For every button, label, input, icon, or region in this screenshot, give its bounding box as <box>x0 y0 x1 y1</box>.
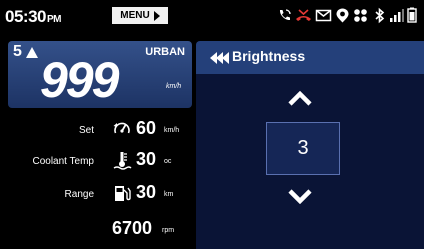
range-label: Range <box>64 189 94 200</box>
cruise-control-icon <box>113 122 130 134</box>
set-speed-label: Set <box>78 125 94 136</box>
coolant-temp-unit: oc <box>164 158 172 165</box>
coolant-temp-value: 30 <box>136 149 157 169</box>
clock-time: 05:30 <box>5 7 46 26</box>
set-speed-value: 60 <box>136 118 157 138</box>
gear-indicator: 5 <box>13 43 22 60</box>
range-value: 30 <box>136 182 157 202</box>
signal-icon <box>390 9 404 22</box>
clock: 05:30PM <box>5 7 61 27</box>
brightness-value: 3 <box>266 122 340 175</box>
battery-icon <box>407 7 417 23</box>
brightness-header: Brightness <box>196 41 424 74</box>
menu-button-label: MENU <box>120 10 150 21</box>
speed-card: 5 URBAN 999 km/h <box>8 41 192 108</box>
set-speed-unit: km/h <box>164 127 180 134</box>
coolant-temp-label: Coolant Temp <box>32 156 94 167</box>
bluetooth-icon <box>375 7 385 24</box>
brightness-decrease-button[interactable] <box>288 188 312 204</box>
set-speed-row: Set 60 km/h <box>0 117 192 143</box>
rpm-value: 6700 <box>111 218 152 238</box>
speed-value: 999 <box>40 52 119 108</box>
brightness-increase-button[interactable] <box>288 91 312 107</box>
range-unit: km <box>164 191 174 198</box>
brightness-title: Brightness <box>232 48 306 64</box>
range-row: Range 30 km <box>0 181 192 207</box>
brightness-panel: Brightness 3 <box>196 41 424 249</box>
menu-button[interactable]: MENU <box>112 7 168 24</box>
missed-call-icon <box>296 9 311 21</box>
clock-ampm: PM <box>46 14 62 25</box>
speed-unit: km/h <box>166 83 182 90</box>
coolant-temp-row: Coolant Temp 30 oc <box>0 148 192 174</box>
play-arrow-icon <box>153 10 160 21</box>
gear-up-arrow-icon <box>26 47 38 58</box>
ride-mode: URBAN <box>145 46 185 58</box>
phone-icon <box>279 9 291 21</box>
navigation-icon <box>336 8 349 23</box>
rpm-unit: rpm <box>162 227 175 234</box>
message-icon <box>315 9 332 22</box>
back-arrow-icon[interactable] <box>210 52 232 64</box>
rpm-row: 6700 rpm <box>0 217 192 243</box>
coolant-thermometer-icon <box>113 152 132 170</box>
status-bar: 05:30PM MENU <box>0 0 424 32</box>
connected-icon <box>354 9 367 22</box>
fuel-pump-icon <box>115 186 131 201</box>
